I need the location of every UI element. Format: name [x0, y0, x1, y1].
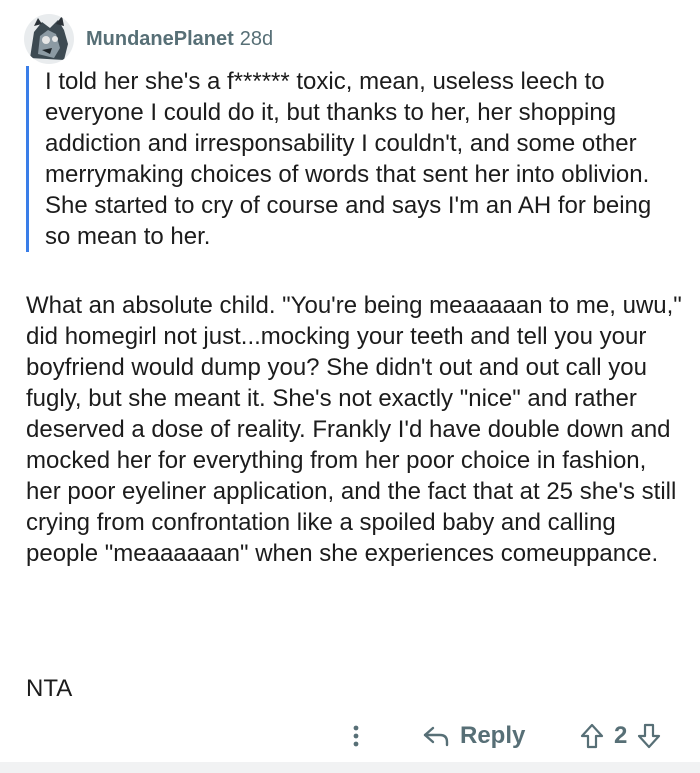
comment-age: 28d: [239, 27, 274, 50]
comment-paragraph: NTA: [26, 673, 686, 704]
avatar[interactable]: [24, 14, 74, 64]
quote-text: I told her she's a f****** toxic, mean, …: [45, 68, 652, 250]
comment-card: MundanePlanet 28d I told her she's a f**…: [0, 0, 700, 762]
vote-count: 2: [614, 722, 628, 749]
blockquote: I told her she's a f****** toxic, mean, …: [26, 66, 676, 252]
comment-verdict-text: NTA: [26, 675, 73, 702]
avatar-image: [24, 14, 74, 64]
upvote-arrow-icon: [580, 723, 604, 749]
comment-paragraph: What an absolute child. "You're being me…: [26, 290, 686, 569]
reply-button[interactable]: Reply: [422, 718, 525, 754]
comment-paragraph-text: What an absolute child. "You're being me…: [26, 292, 682, 567]
upvote-button[interactable]: [578, 720, 606, 752]
more-options-button[interactable]: [344, 720, 368, 752]
reply-label: Reply: [460, 722, 526, 749]
vote-controls: 2: [578, 718, 663, 754]
comment-action-bar: Reply 2: [0, 714, 700, 758]
username[interactable]: MundanePlanet: [86, 28, 234, 51]
downvote-arrow-icon: [638, 723, 661, 749]
comment-header: MundanePlanet 28d: [24, 12, 273, 66]
reply-arrow-icon: [423, 726, 449, 747]
downvote-button[interactable]: [635, 720, 663, 752]
more-vertical-icon: [353, 725, 359, 747]
